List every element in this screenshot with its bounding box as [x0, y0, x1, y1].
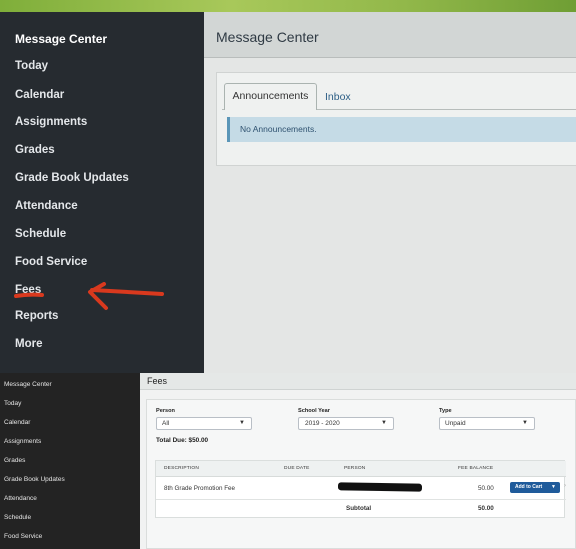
sidebar-item-schedule[interactable]: Schedule — [4, 514, 31, 521]
school-year-select[interactable]: 2019 - 2020 ▼ — [298, 417, 394, 430]
sidebar-nav-fees-screen: Message Center Today Calendar Assignment… — [0, 373, 140, 549]
sidebar-item-calendar[interactable]: Calendar — [15, 89, 64, 101]
sidebar-item-more[interactable]: More — [15, 338, 42, 350]
sidebar-item-message-center[interactable]: Message Center — [15, 32, 107, 46]
chevron-down-icon: ▼ — [381, 420, 387, 426]
sidebar-item-calendar[interactable]: Calendar — [4, 419, 30, 426]
fee-balance: 50.00 — [478, 485, 494, 492]
chevron-down-icon: ▼ — [239, 420, 245, 426]
sidebar-item-grade-book-updates[interactable]: Grade Book Updates — [4, 476, 65, 483]
type-select[interactable]: Unpaid ▼ — [439, 417, 535, 430]
sidebar-item-grade-book-updates[interactable]: Grade Book Updates — [15, 172, 129, 184]
add-to-cart-label: Add to Cart — [515, 484, 543, 490]
person-filter-label: Person — [156, 408, 175, 414]
sidebar-item-today[interactable]: Today — [15, 60, 48, 72]
sidebar-item-attendance[interactable]: Attendance — [4, 495, 37, 502]
sidebar-item-today[interactable]: Today — [4, 400, 21, 407]
sidebar-item-schedule[interactable]: Schedule — [15, 228, 66, 240]
total-due: Total Due: $50.00 — [156, 437, 209, 444]
no-announcements-alert: No Announcements. — [227, 117, 576, 142]
redacted-person-name — [337, 482, 423, 492]
sidebar-item-assignments[interactable]: Assignments — [4, 438, 41, 445]
column-header-description: DESCRIPTION — [164, 466, 199, 471]
page-title: Fees — [147, 376, 168, 386]
chevron-down-icon[interactable]: ▼ — [551, 482, 556, 493]
page-header: Fees — [140, 373, 576, 390]
column-header-fee-balance: FEE BALANCE — [458, 466, 494, 471]
chevron-right-icon[interactable]: › — [564, 483, 566, 489]
sidebar-item-message-center[interactable]: Message Center — [4, 381, 52, 388]
type-select-value: Unpaid — [445, 420, 466, 427]
page-title: Message Center — [216, 29, 319, 45]
add-to-cart-button[interactable]: Add to Cart ▼ — [510, 482, 560, 493]
sidebar-item-food-service[interactable]: Food Service — [15, 256, 87, 268]
red-arrow-annotation — [14, 282, 164, 310]
sidebar-item-attendance[interactable]: Attendance — [15, 200, 78, 212]
fees-panel: Person All ▼ School Year 2019 - 2020 ▼ T… — [146, 399, 576, 549]
fee-description: 8th Grade Promotion Fee — [164, 485, 236, 492]
column-header-due-date: DUE DATE — [284, 466, 310, 471]
chevron-down-icon: ▼ — [522, 420, 528, 426]
subtotal-label: Subtotal — [346, 505, 372, 512]
fees-screen: Message Center Today Calendar Assignment… — [0, 373, 576, 549]
school-year-select-value: 2019 - 2020 — [305, 420, 340, 427]
row-divider — [156, 499, 566, 500]
fees-main-content: Fees Person All ▼ School Year 2019 - 202… — [140, 373, 576, 549]
person-select[interactable]: All ▼ — [156, 417, 252, 430]
table-header: DESCRIPTION DUE DATE PERSON FEE BALANCE — [156, 461, 566, 477]
sidebar-nav: Message Center Today Calendar Assignment… — [0, 12, 204, 373]
sidebar-item-grades[interactable]: Grades — [15, 144, 55, 156]
sidebar-item-assignments[interactable]: Assignments — [15, 116, 87, 128]
type-filter-label: Type — [439, 408, 452, 414]
tab-inbox[interactable]: Inbox — [325, 91, 351, 103]
person-select-value: All — [162, 420, 170, 427]
sidebar-item-food-service[interactable]: Food Service — [4, 533, 42, 540]
column-header-person: PERSON — [344, 466, 366, 471]
school-year-filter-label: School Year — [298, 408, 330, 414]
tab-announcements[interactable]: Announcements — [224, 83, 317, 110]
message-card: Announcements Inbox No Announcements. — [216, 72, 576, 166]
message-center-screen: Message Center Today Calendar Assignment… — [0, 0, 576, 373]
page-header: Message Center — [204, 12, 576, 58]
fees-table: DESCRIPTION DUE DATE PERSON FEE BALANCE … — [155, 460, 566, 518]
subtotal-value: 50.00 — [478, 505, 494, 512]
main-content: Message Center Announcements Inbox No An… — [204, 12, 576, 373]
browser-top-strip — [0, 0, 576, 12]
sidebar-item-grades[interactable]: Grades — [4, 457, 25, 464]
